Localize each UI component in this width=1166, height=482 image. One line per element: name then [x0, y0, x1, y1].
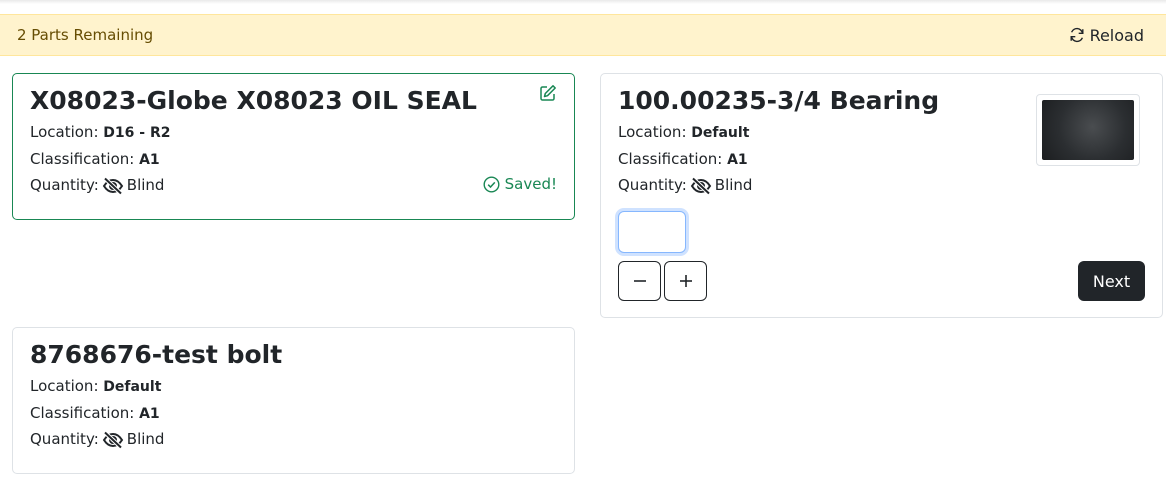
location-value: D16 - R2 — [103, 125, 171, 141]
saved-status: Saved! — [483, 175, 557, 193]
saved-label: Saved! — [504, 175, 557, 193]
eye-slash-icon — [690, 176, 711, 195]
part-card-oil-seal[interactable]: X08023-Globe X08023 OIL SEAL Location: D… — [12, 73, 575, 220]
parts-remaining-text: 2 Parts Remaining — [17, 26, 154, 44]
reload-button[interactable]: Reload — [1069, 26, 1144, 45]
location-line: Location: Default — [30, 377, 162, 395]
part-title: X08023-Globe X08023 OIL SEAL — [30, 86, 477, 115]
reload-label: Reload — [1089, 25, 1144, 45]
plus-icon — [679, 275, 692, 287]
top-shadow — [0, 0, 1166, 4]
part-card-bearing[interactable]: 100.00235-3/4 Bearing Location: Default … — [600, 73, 1163, 318]
classification-value: A1 — [727, 151, 748, 168]
quantity-line: Quantity: Blind — [30, 173, 557, 199]
next-button[interactable]: Next — [1078, 261, 1145, 301]
location-line: Location: D16 - R2 — [30, 123, 171, 141]
part-card-test-bolt[interactable]: 8768676-test bolt Location: Default Clas… — [12, 327, 575, 474]
quantity-value: Blind — [126, 176, 165, 194]
reload-icon — [1070, 27, 1084, 43]
quantity-value: Blind — [126, 430, 165, 448]
quantity-line: Quantity: Blind — [30, 427, 557, 453]
location-value: Default — [103, 379, 162, 395]
classification-value: A1 — [139, 151, 160, 168]
decrement-button[interactable] — [618, 261, 661, 301]
eye-slash-icon — [102, 430, 123, 449]
part-thumbnail[interactable] — [1036, 94, 1140, 166]
minus-icon — [633, 280, 646, 282]
quantity-value: Blind — [714, 176, 753, 194]
classification-value: A1 — [139, 405, 160, 422]
location-value: Default — [691, 125, 750, 141]
quantity-line: Quantity: Blind — [618, 173, 1145, 199]
increment-button[interactable] — [664, 261, 707, 301]
classification-line: Classification: A1 — [30, 403, 160, 422]
eye-slash-icon — [102, 176, 123, 195]
quantity-input[interactable] — [618, 211, 686, 253]
part-image — [1042, 100, 1134, 160]
check-circle-icon — [483, 175, 500, 193]
part-title: 8768676-test bolt — [30, 340, 283, 369]
edit-icon[interactable] — [539, 84, 557, 102]
classification-line: Classification: A1 — [30, 149, 160, 168]
parts-remaining-banner: 2 Parts Remaining Reload — [0, 14, 1166, 56]
